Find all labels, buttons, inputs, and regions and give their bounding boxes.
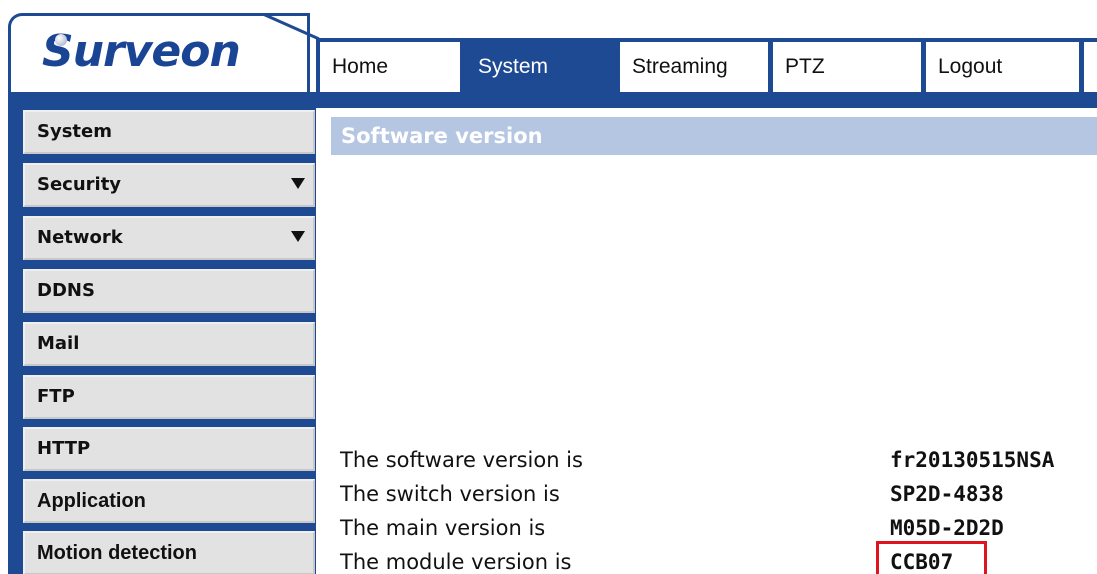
sidebar-item-label: HTTP xyxy=(37,438,91,459)
logo-dot-icon xyxy=(55,34,67,46)
sidebar: System Security Network DDNS Mail FTP HT… xyxy=(8,92,316,574)
sidebar-item-label: Security xyxy=(37,174,122,195)
tab-system[interactable]: System xyxy=(466,42,616,92)
software-version-value: fr20130515NSA xyxy=(890,448,1055,472)
tab-streaming-label: Streaming xyxy=(632,55,728,78)
sidebar-item-label: Mail xyxy=(37,333,80,354)
sidebar-item-security[interactable]: Security xyxy=(23,163,315,207)
sidebar-item-label: Application xyxy=(37,490,146,512)
switch-version-label: The switch version is xyxy=(340,482,560,506)
caret-down-icon xyxy=(291,231,305,242)
sidebar-item-label: Motion detection xyxy=(37,542,197,564)
sidebar-item-http[interactable]: HTTP xyxy=(23,427,315,471)
tab-logout[interactable]: Logout xyxy=(926,42,1079,92)
sidebar-item-system[interactable]: System xyxy=(23,110,315,154)
sidebar-item-label: DDNS xyxy=(37,280,95,301)
sidebar-item-application[interactable]: Application xyxy=(23,479,315,523)
sidebar-item-network[interactable]: Network xyxy=(23,216,315,260)
brand-logo-text: Surveon xyxy=(42,26,241,77)
sidebar-item-motion-detection[interactable]: Motion detection xyxy=(23,531,315,574)
brand-logo: Surveon xyxy=(42,24,241,80)
tab-overflow xyxy=(1084,42,1097,92)
sidebar-item-ddns[interactable]: DDNS xyxy=(23,269,315,313)
switch-version-value: SP2D-4838 xyxy=(890,482,1004,506)
sidebar-item-mail[interactable]: Mail xyxy=(23,322,315,366)
module-version-label: The module version is xyxy=(340,550,572,574)
tab-home-label: Home xyxy=(332,55,389,78)
section-title: Software version xyxy=(331,117,1097,155)
sidebar-item-label: Network xyxy=(37,227,123,248)
tab-streaming[interactable]: Streaming xyxy=(620,42,768,92)
sidebar-item-label: System xyxy=(37,121,112,142)
caret-down-icon xyxy=(291,178,305,189)
tab-system-label: System xyxy=(478,55,549,78)
tab-ptz-label: PTZ xyxy=(785,55,825,78)
module-version-highlight xyxy=(876,541,987,574)
sidebar-item-ftp[interactable]: FTP xyxy=(23,375,315,419)
software-version-label: The software version is xyxy=(340,448,583,472)
tab-ptz[interactable]: PTZ xyxy=(773,42,921,92)
tab-logout-label: Logout xyxy=(938,55,1003,78)
tab-home[interactable]: Home xyxy=(320,42,460,92)
main-version-value: M05D-2D2D xyxy=(890,516,1004,540)
main-version-label: The main version is xyxy=(340,516,546,540)
sidebar-item-label: FTP xyxy=(37,386,75,407)
